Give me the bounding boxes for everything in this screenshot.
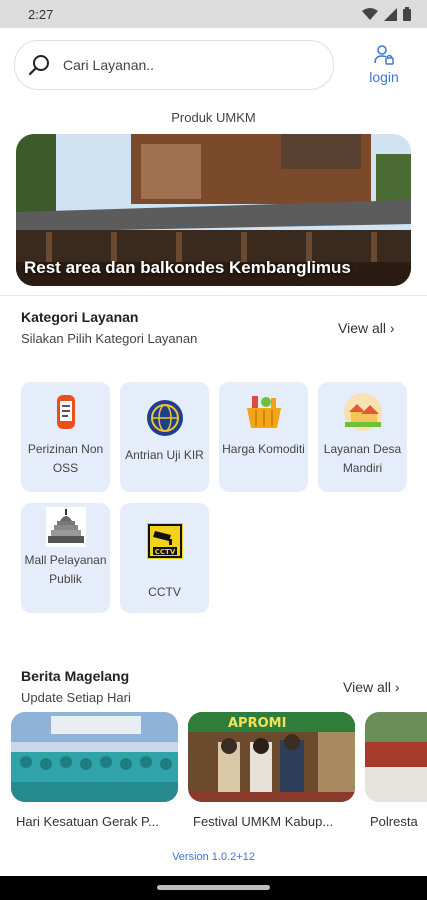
news-card[interactable]: APROMI	[188, 712, 355, 802]
wifi-icon	[362, 8, 378, 20]
news-thumbnail: APROMI	[188, 712, 355, 802]
news-caption: Hari Kesatuan Gerak P...	[16, 814, 159, 829]
news-caption: Festival UMKM Kabup...	[193, 814, 334, 829]
search-bar[interactable]: Cari Layanan..	[14, 40, 334, 90]
status-icons	[362, 7, 411, 21]
news-thumbnail	[365, 712, 427, 802]
category-label: Perizinan Non OSS	[27, 442, 104, 475]
app-version: Version 1.0.2+12	[172, 851, 255, 863]
category-label: Harga Komoditi	[222, 442, 305, 456]
category-title: Kategori Layanan	[21, 309, 139, 325]
globe-emblem-icon	[146, 400, 183, 436]
status-time: 2:27	[28, 6, 54, 22]
category-tile-perizinan[interactable]: Perizinan Non OSS	[21, 382, 110, 492]
news-view-all-label: View all	[343, 679, 391, 695]
category-tile-harga-komoditi[interactable]: Harga Komoditi	[219, 382, 308, 492]
cctv-icon: CCTV	[146, 523, 183, 559]
news-caption: Polresta	[370, 814, 418, 829]
battery-icon	[403, 7, 411, 21]
grocery-basket-icon	[246, 396, 281, 428]
category-subtitle: Silakan Pilih Kategori Layanan	[21, 331, 198, 346]
promo-banner[interactable]: Rest area dan balkondes Kembanglimus	[16, 134, 411, 286]
category-label: Mall Pelayanan Publik	[24, 553, 107, 586]
promo-section-label: Produk UMKM	[171, 110, 256, 125]
category-tile-mall-pelayanan[interactable]: Mall Pelayanan Publik	[21, 503, 110, 613]
category-tile-antrian-kir[interactable]: Antrian Uji KIR	[120, 382, 209, 492]
category-tile-desa-mandiri[interactable]: Layanan Desa Mandiri	[318, 382, 407, 492]
login-label: login	[369, 69, 399, 85]
svg-text:APROMI: APROMI	[228, 716, 286, 731]
category-label: CCTV	[148, 585, 181, 599]
search-icon	[29, 55, 49, 76]
news-subtitle: Update Setiap Hari	[21, 690, 131, 705]
svg-text:CCTV: CCTV	[154, 548, 175, 556]
news-view-all-link[interactable]: View all ›	[343, 679, 400, 695]
news-title: Berita Magelang	[21, 668, 130, 684]
temple-icon	[45, 507, 86, 547]
chevron-right-icon: ›	[394, 679, 400, 695]
phone-permit-icon	[56, 395, 75, 429]
status-bar: 2:27	[0, 0, 427, 28]
village-icon	[343, 393, 382, 431]
news-card[interactable]	[11, 712, 178, 802]
chevron-right-icon: ›	[389, 320, 395, 336]
category-tile-cctv[interactable]: CCTV CCTV	[120, 503, 209, 613]
category-label: Antrian Uji KIR	[125, 448, 204, 462]
banner-caption: Rest area dan balkondes Kembanglimus	[24, 258, 351, 277]
category-label: Layanan Desa Mandiri	[323, 442, 402, 475]
home-gesture-handle[interactable]	[157, 885, 270, 890]
news-card[interactable]	[365, 712, 427, 802]
signal-icon	[384, 7, 397, 21]
section-divider	[0, 295, 427, 296]
user-lock-icon	[374, 45, 394, 65]
category-view-all-label: View all	[338, 320, 386, 336]
category-view-all-link[interactable]: View all ›	[338, 320, 395, 336]
login-button[interactable]: login	[360, 44, 408, 85]
system-nav-bar	[0, 876, 427, 900]
search-placeholder: Cari Layanan..	[63, 57, 155, 73]
news-thumbnail	[11, 712, 178, 802]
